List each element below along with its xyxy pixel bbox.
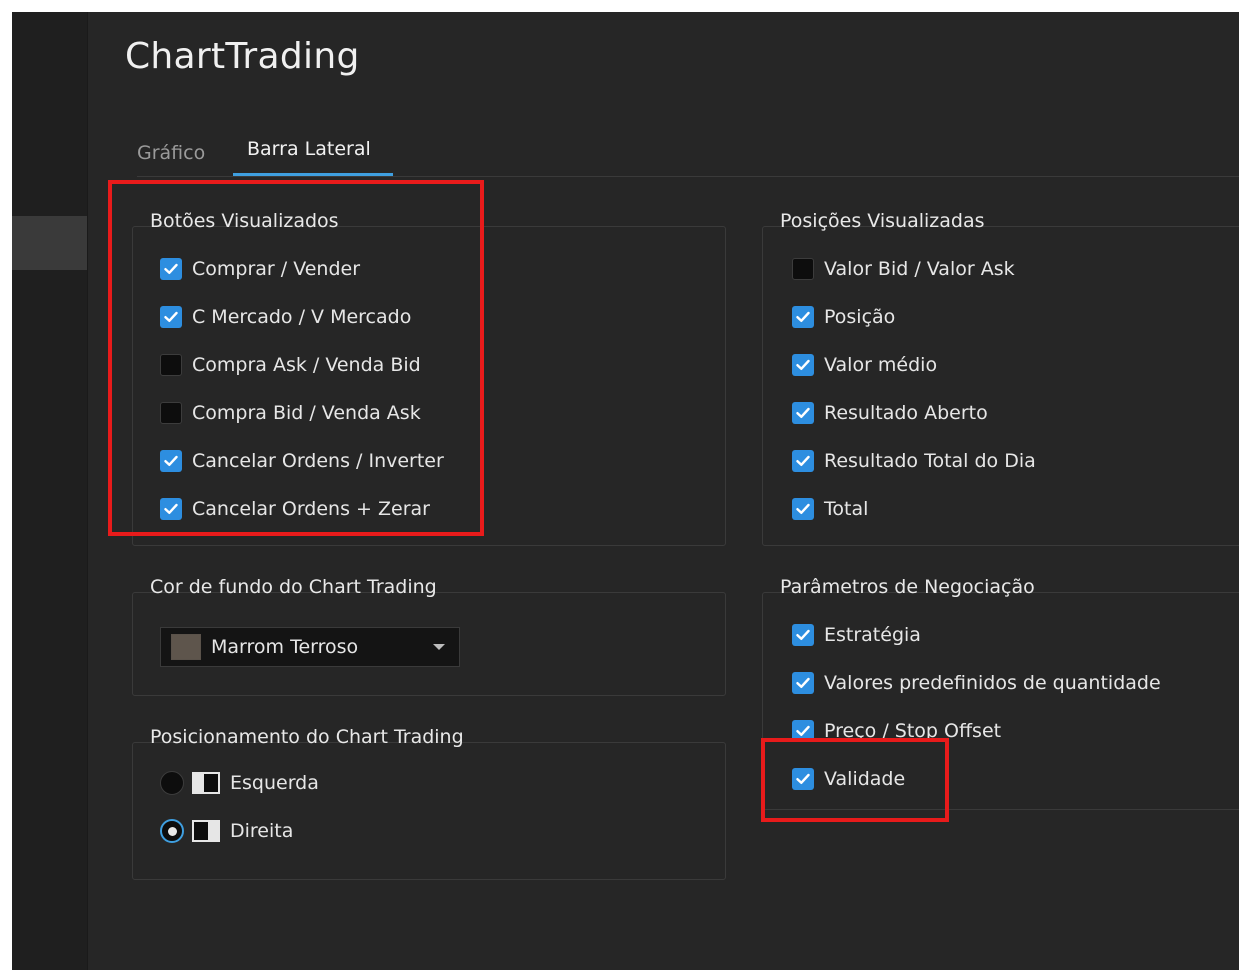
checkbox-compra-bid-venda-ask[interactable]: Compra Bid / Venda Ask (160, 399, 421, 427)
checkbox-label: Valor médio (824, 354, 938, 376)
checkbox-label: Valor Bid / Valor Ask (824, 258, 1015, 280)
checkbox-checked-icon[interactable] (792, 720, 814, 742)
checkbox-label: Estratégia (824, 624, 921, 646)
checkbox-label: Valores predefinidos de quantidade (824, 672, 1161, 694)
checkbox-label: Comprar / Vender (192, 258, 361, 280)
tab-barra-lateral[interactable]: Barra Lateral (247, 138, 371, 160)
checkbox-checked-icon[interactable] (160, 450, 182, 472)
radio-selected-icon[interactable] (160, 819, 184, 843)
checkbox-label: Resultado Aberto (824, 402, 988, 424)
checkbox-checked-icon[interactable] (792, 402, 814, 424)
chart-trading-settings-window: ChartTrading Gráfico Barra Lateral Botõe… (12, 12, 1239, 970)
checkbox-resultado-aberto[interactable]: Resultado Aberto (792, 399, 988, 427)
left-nav-selected-item[interactable] (12, 216, 87, 270)
background-color-select[interactable]: Marrom Terroso (160, 627, 460, 667)
checkbox-label: Compra Bid / Venda Ask (192, 402, 421, 424)
checkbox-label: C Mercado / V Mercado (192, 306, 412, 328)
checkbox-cancelar-ordens-inverter[interactable]: Cancelar Ordens / Inverter (160, 447, 444, 475)
chevron-down-icon (433, 644, 445, 650)
checkbox-label: Total (824, 498, 869, 520)
checkbox-validade[interactable]: Validade (792, 765, 905, 793)
checkbox-checked-icon[interactable] (792, 354, 814, 376)
tab-grafico[interactable]: Gráfico (137, 142, 205, 164)
group-title-botoes: Botões Visualizados (150, 210, 339, 232)
checkbox-valor-bid-valor-ask[interactable]: Valor Bid / Valor Ask (792, 255, 1015, 283)
checkbox-label: Validade (824, 768, 906, 790)
checkbox-posicao[interactable]: Posição (792, 303, 895, 331)
group-posicionamento (132, 742, 726, 880)
dock-right-icon (192, 820, 220, 842)
checkbox-checked-icon[interactable] (792, 450, 814, 472)
group-title-posicoes: Posições Visualizadas (780, 210, 985, 232)
left-navigation-strip (12, 12, 88, 970)
checkbox-checked-icon[interactable] (792, 672, 814, 694)
checkbox-comprar-vender[interactable]: Comprar / Vender (160, 255, 360, 283)
tab-divider (137, 176, 1239, 177)
checkbox-total[interactable]: Total (792, 495, 868, 523)
radio-unselected-icon[interactable] (160, 771, 184, 795)
checkbox-cancelar-ordens-zerar[interactable]: Cancelar Ordens + Zerar (160, 495, 430, 523)
checkbox-checked-icon[interactable] (792, 624, 814, 646)
checkbox-checked-icon[interactable] (792, 306, 814, 328)
checkbox-resultado-total-do-dia[interactable]: Resultado Total do Dia (792, 447, 1036, 475)
checkbox-label: Resultado Total do Dia (824, 450, 1036, 472)
checkbox-checked-icon[interactable] (792, 498, 814, 520)
checkbox-unchecked-icon[interactable] (160, 402, 182, 424)
checkbox-estrategia[interactable]: Estratégia (792, 621, 921, 649)
checkbox-valores-predefinidos-de-quantidade[interactable]: Valores predefinidos de quantidade (792, 669, 1161, 697)
checkbox-valor-medio[interactable]: Valor médio (792, 351, 937, 379)
checkbox-compra-ask-venda-bid[interactable]: Compra Ask / Venda Bid (160, 351, 421, 379)
checkbox-checked-icon[interactable] (792, 768, 814, 790)
radio-label: Direita (230, 820, 294, 842)
checkbox-checked-icon[interactable] (160, 498, 182, 520)
background-color-value: Marrom Terroso (211, 636, 359, 658)
checkbox-checked-icon[interactable] (160, 258, 182, 280)
group-title-cor: Cor de fundo do Chart Trading (150, 576, 437, 598)
group-title-parametros: Parâmetros de Negociação (780, 576, 1035, 598)
page-title: ChartTrading (125, 36, 360, 77)
radio-esquerda[interactable]: Esquerda (160, 769, 319, 797)
color-swatch (171, 634, 201, 660)
checkbox-unchecked-icon[interactable] (792, 258, 814, 280)
radio-direita[interactable]: Direita (160, 817, 293, 845)
dock-left-icon (192, 772, 220, 794)
radio-label: Esquerda (230, 772, 319, 794)
group-title-posicionamento: Posicionamento do Chart Trading (150, 726, 464, 748)
checkbox-preco-stop-offset[interactable]: Preço / Stop Offset (792, 717, 1001, 745)
checkbox-c-mercado-v-mercado[interactable]: C Mercado / V Mercado (160, 303, 411, 331)
checkbox-label: Compra Ask / Venda Bid (192, 354, 421, 376)
checkbox-label: Cancelar Ordens / Inverter (192, 450, 444, 472)
checkbox-label: Posição (824, 306, 896, 328)
checkbox-label: Preço / Stop Offset (824, 720, 1002, 742)
checkbox-unchecked-icon[interactable] (160, 354, 182, 376)
checkbox-checked-icon[interactable] (160, 306, 182, 328)
checkbox-label: Cancelar Ordens + Zerar (192, 498, 430, 520)
